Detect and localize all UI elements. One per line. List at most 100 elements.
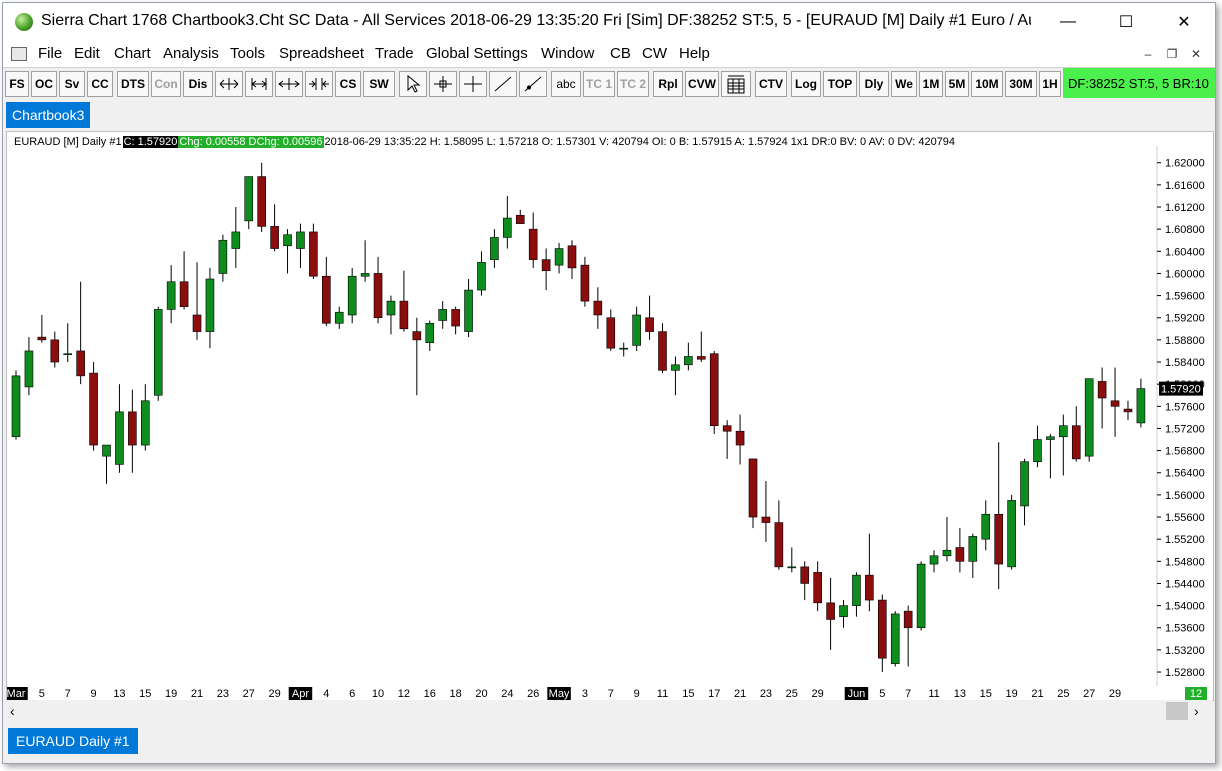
candle-down <box>373 273 383 319</box>
cvw-button[interactable]: CVW <box>685 71 719 97</box>
line-tool-icon[interactable] <box>489 71 517 97</box>
tab-chartbook3[interactable]: Chartbook3 <box>6 102 91 128</box>
candle-down <box>412 331 422 341</box>
month-label: May <box>549 688 570 700</box>
candle-down <box>722 425 732 432</box>
date-label: 17 <box>708 688 720 700</box>
cc-button[interactable]: CC <box>87 71 113 97</box>
date-label: 29 <box>812 688 824 700</box>
menu-tools[interactable]: Tools <box>230 45 265 62</box>
candle-down <box>192 314 202 332</box>
menu-chart[interactable]: Chart <box>114 45 151 62</box>
scroll-left-icon[interactable]: ‹ <box>10 703 15 719</box>
candle-down <box>903 610 913 629</box>
daily-button[interactable]: Dly <box>859 71 889 97</box>
date-label: 15 <box>682 688 694 700</box>
date-label: 10 <box>372 688 384 700</box>
candle-down <box>878 599 887 659</box>
log-button[interactable]: Log <box>791 71 821 97</box>
candle-down <box>813 572 822 604</box>
spacing-bars-icon[interactable] <box>305 71 333 97</box>
candle-up <box>464 289 473 332</box>
candle-down <box>658 331 667 371</box>
candle-up <box>1020 461 1029 507</box>
sv-button[interactable]: Sv <box>59 71 85 97</box>
mdi-minimize-button[interactable]: – <box>1138 47 1158 61</box>
y-tick-label: 1.58400 <box>1165 357 1205 369</box>
menu-file[interactable]: File <box>38 45 62 62</box>
ctv-button[interactable]: CTV <box>755 71 787 97</box>
menu-global-settings[interactable]: Global Settings <box>426 45 528 62</box>
candle-down <box>606 317 616 349</box>
trade-dom-icon[interactable] <box>721 71 751 97</box>
10m-button[interactable]: 10M <box>971 71 1003 97</box>
menu-cw[interactable]: CW <box>642 45 667 62</box>
maximize-button[interactable]: ☐ <box>1097 3 1155 41</box>
candle-down <box>76 350 85 377</box>
scroll-thumb[interactable] <box>1166 702 1188 720</box>
crosshair-icon[interactable] <box>429 71 457 97</box>
dis-button[interactable]: Dis <box>183 71 213 97</box>
y-tick-label: 1.55600 <box>1165 512 1205 524</box>
candle-up <box>632 314 641 346</box>
tc1-button[interactable]: TC 1 <box>583 71 615 97</box>
1m-button[interactable]: 1M <box>919 71 943 97</box>
sw-button[interactable]: SW <box>363 71 395 97</box>
1h-button[interactable]: 1H <box>1039 71 1061 97</box>
candle-down <box>1123 408 1133 413</box>
y-tick-label: 1.60400 <box>1165 246 1205 258</box>
dts-button[interactable]: DTS <box>117 71 149 97</box>
y-tick-label: 1.57600 <box>1165 401 1205 413</box>
compress-bars-icon[interactable] <box>245 71 273 97</box>
horizontal-scrollbar[interactable]: ‹ › <box>6 700 1212 722</box>
con-button[interactable]: Con <box>151 71 181 97</box>
menu-help[interactable]: Help <box>679 45 710 62</box>
minimize-button[interactable]: — <box>1039 3 1097 41</box>
30m-button[interactable]: 30M <box>1005 71 1037 97</box>
fs-button[interactable]: FS <box>5 71 29 97</box>
date-label: 25 <box>1057 688 1069 700</box>
menu-spreadsheet[interactable]: Spreadsheet <box>279 45 364 62</box>
top-button[interactable]: TOP <box>823 71 857 97</box>
y-tick-label: 1.53200 <box>1165 645 1205 657</box>
scroll-right-icon[interactable]: › <box>1194 703 1199 719</box>
toolbar: FS OC Sv CC DTS Con Dis CS SW abc TC 1 T… <box>3 67 1215 100</box>
pointer-icon[interactable] <box>399 71 427 97</box>
candle-up <box>671 364 680 371</box>
ray-tool-icon[interactable] <box>519 71 547 97</box>
values-tool-icon[interactable] <box>459 71 487 97</box>
expand-bars-icon[interactable] <box>275 71 303 97</box>
mdi-restore-button[interactable]: ❐ <box>1162 47 1182 61</box>
candle-down <box>89 372 98 446</box>
candle-up <box>890 613 900 665</box>
scroll-chart-icon[interactable] <box>215 71 243 97</box>
close-button[interactable]: ✕ <box>1155 3 1213 41</box>
oc-button[interactable]: OC <box>31 71 57 97</box>
menu-edit[interactable]: Edit <box>74 45 100 62</box>
text-tool-button[interactable]: abc <box>551 71 581 97</box>
menu-cb[interactable]: CB <box>610 45 631 62</box>
candle-up <box>929 555 939 565</box>
candle-up <box>244 176 254 222</box>
date-label: 12 <box>398 688 410 700</box>
candle-up <box>166 281 176 310</box>
tab-euraud-daily[interactable]: EURAUD Daily #1 <box>8 728 138 754</box>
menu-analysis[interactable]: Analysis <box>163 45 219 62</box>
menu-window[interactable]: Window <box>541 45 594 62</box>
date-label: 29 <box>1109 688 1121 700</box>
chart-region[interactable]: EURAUD [M] Daily #1 C: 1.57920 Chg: 0.0055… <box>6 131 1214 701</box>
date-label: 24 <box>501 688 513 700</box>
candle-up <box>490 237 499 260</box>
candle-up <box>205 278 215 332</box>
mdi-child-icon[interactable] <box>11 47 27 61</box>
tc2-button[interactable]: TC 2 <box>617 71 649 97</box>
cs-button[interactable]: CS <box>335 71 361 97</box>
mdi-close-button[interactable]: ✕ <box>1186 47 1206 61</box>
candle-down <box>865 574 874 601</box>
price-chart[interactable]: 1.62000 1.61600 1.61200 1.60800 1.60400 1.600… <box>7 132 1213 700</box>
menu-trade[interactable]: Trade <box>375 45 414 62</box>
date-label: 11 <box>657 688 668 700</box>
weekly-button[interactable]: We <box>891 71 917 97</box>
replay-button[interactable]: Rpl <box>653 71 683 97</box>
5m-button[interactable]: 5M <box>945 71 969 97</box>
